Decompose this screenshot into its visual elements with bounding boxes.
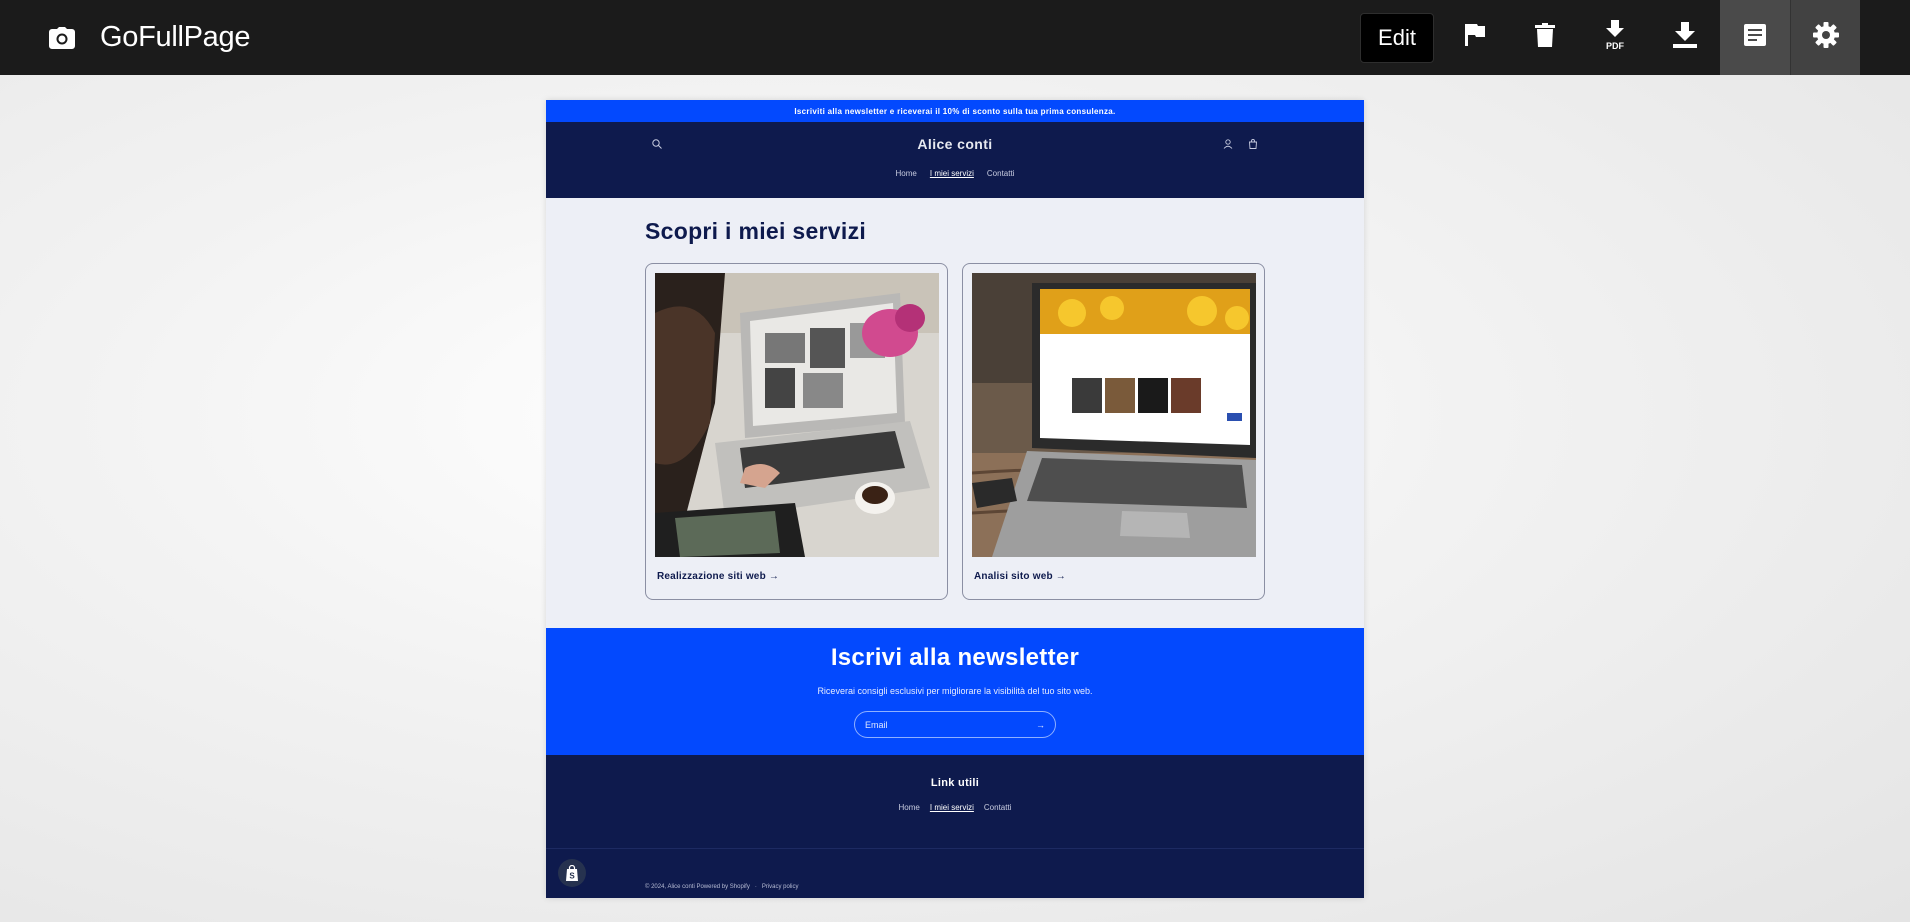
footer-nav: Home I miei servizi Contatti — [546, 803, 1364, 812]
site-logo[interactable]: Alice conti — [546, 136, 1364, 152]
settings-button[interactable] — [1790, 0, 1860, 75]
copyright-text: © 2024, Alice conti Powered by Shopify — [645, 884, 750, 890]
nav-services[interactable]: I miei servizi — [930, 169, 974, 178]
service-card-analysis[interactable]: Analisi sito web → — [962, 263, 1265, 600]
copyright-separator: · — [754, 884, 757, 890]
footer-link-contacts[interactable]: Contatti — [984, 803, 1012, 812]
site-header: Alice conti Home I miei servizi Contatti — [546, 122, 1364, 198]
service-image-web-design — [655, 273, 939, 557]
newsletter-title: Iscrivi alla newsletter — [830, 644, 1080, 671]
cart-icon[interactable] — [1248, 136, 1258, 154]
service-image-analysis — [972, 273, 1256, 557]
copyright-line: © 2024, Alice conti Powered by Shopify · P… — [645, 884, 799, 890]
footer-link-services[interactable]: I miei servizi — [930, 803, 974, 812]
footer-divider — [546, 848, 1364, 849]
toolbar-actions: Edit PDF — [1360, 0, 1860, 75]
flag-button[interactable] — [1440, 0, 1510, 75]
main-nav: Home I miei servizi Contatti — [546, 169, 1364, 178]
pdf-label: PDF — [1606, 41, 1625, 50]
privacy-policy-link[interactable]: Privacy policy — [762, 884, 799, 890]
service-card-web-design[interactable]: Realizzazione siti web → — [645, 263, 948, 600]
captured-page: Iscriviti alla newsletter e riceverai il… — [546, 100, 1364, 898]
extension-toolbar: GoFullPage Edit PDF — [0, 0, 1910, 75]
brand: GoFullPage — [47, 21, 250, 54]
announcement-bar: Iscriviti alla newsletter e riceverai il… — [546, 100, 1364, 122]
email-placeholder: Email — [865, 719, 888, 730]
account-icon[interactable] — [1223, 136, 1233, 154]
submit-arrow-icon[interactable]: → — [1036, 720, 1045, 730]
nav-contacts[interactable]: Contatti — [987, 169, 1015, 178]
edit-button[interactable]: Edit — [1360, 12, 1434, 63]
service-link-web-design[interactable]: Realizzazione siti web → — [657, 571, 779, 582]
nav-home[interactable]: Home — [896, 169, 917, 178]
document-icon — [1744, 24, 1766, 51]
download-pdf-button[interactable]: PDF — [1580, 0, 1650, 75]
camera-icon — [47, 23, 77, 53]
svg-text:S: S — [569, 872, 575, 881]
footer-link-home[interactable]: Home — [899, 803, 920, 812]
gear-icon — [1812, 22, 1839, 53]
document-button[interactable] — [1720, 0, 1790, 75]
pdf-download-icon: PDF — [1602, 20, 1628, 55]
shopify-bag-icon[interactable]: S — [558, 859, 586, 887]
footer-title: Link utili — [930, 777, 980, 789]
email-field[interactable]: Email → — [854, 711, 1056, 738]
newsletter-section: Iscrivi alla newsletter Riceverai consig… — [546, 628, 1364, 755]
app-title: GoFullPage — [100, 21, 251, 53]
delete-button[interactable] — [1510, 0, 1580, 75]
page-title: Scopri i miei servizi — [645, 218, 867, 244]
site-footer: Link utili Home I miei servizi Contatti … — [546, 755, 1364, 898]
download-image-button[interactable] — [1650, 0, 1720, 75]
trash-icon — [1535, 23, 1555, 52]
flag-icon — [1464, 23, 1486, 52]
download-icon — [1673, 22, 1697, 53]
services-section: Scopri i miei servizi Realizzazione siti… — [546, 198, 1364, 628]
newsletter-text: Riceverai consigli esclusivi per miglior… — [817, 686, 1093, 696]
service-link-analysis[interactable]: Analisi sito web → — [974, 571, 1066, 582]
